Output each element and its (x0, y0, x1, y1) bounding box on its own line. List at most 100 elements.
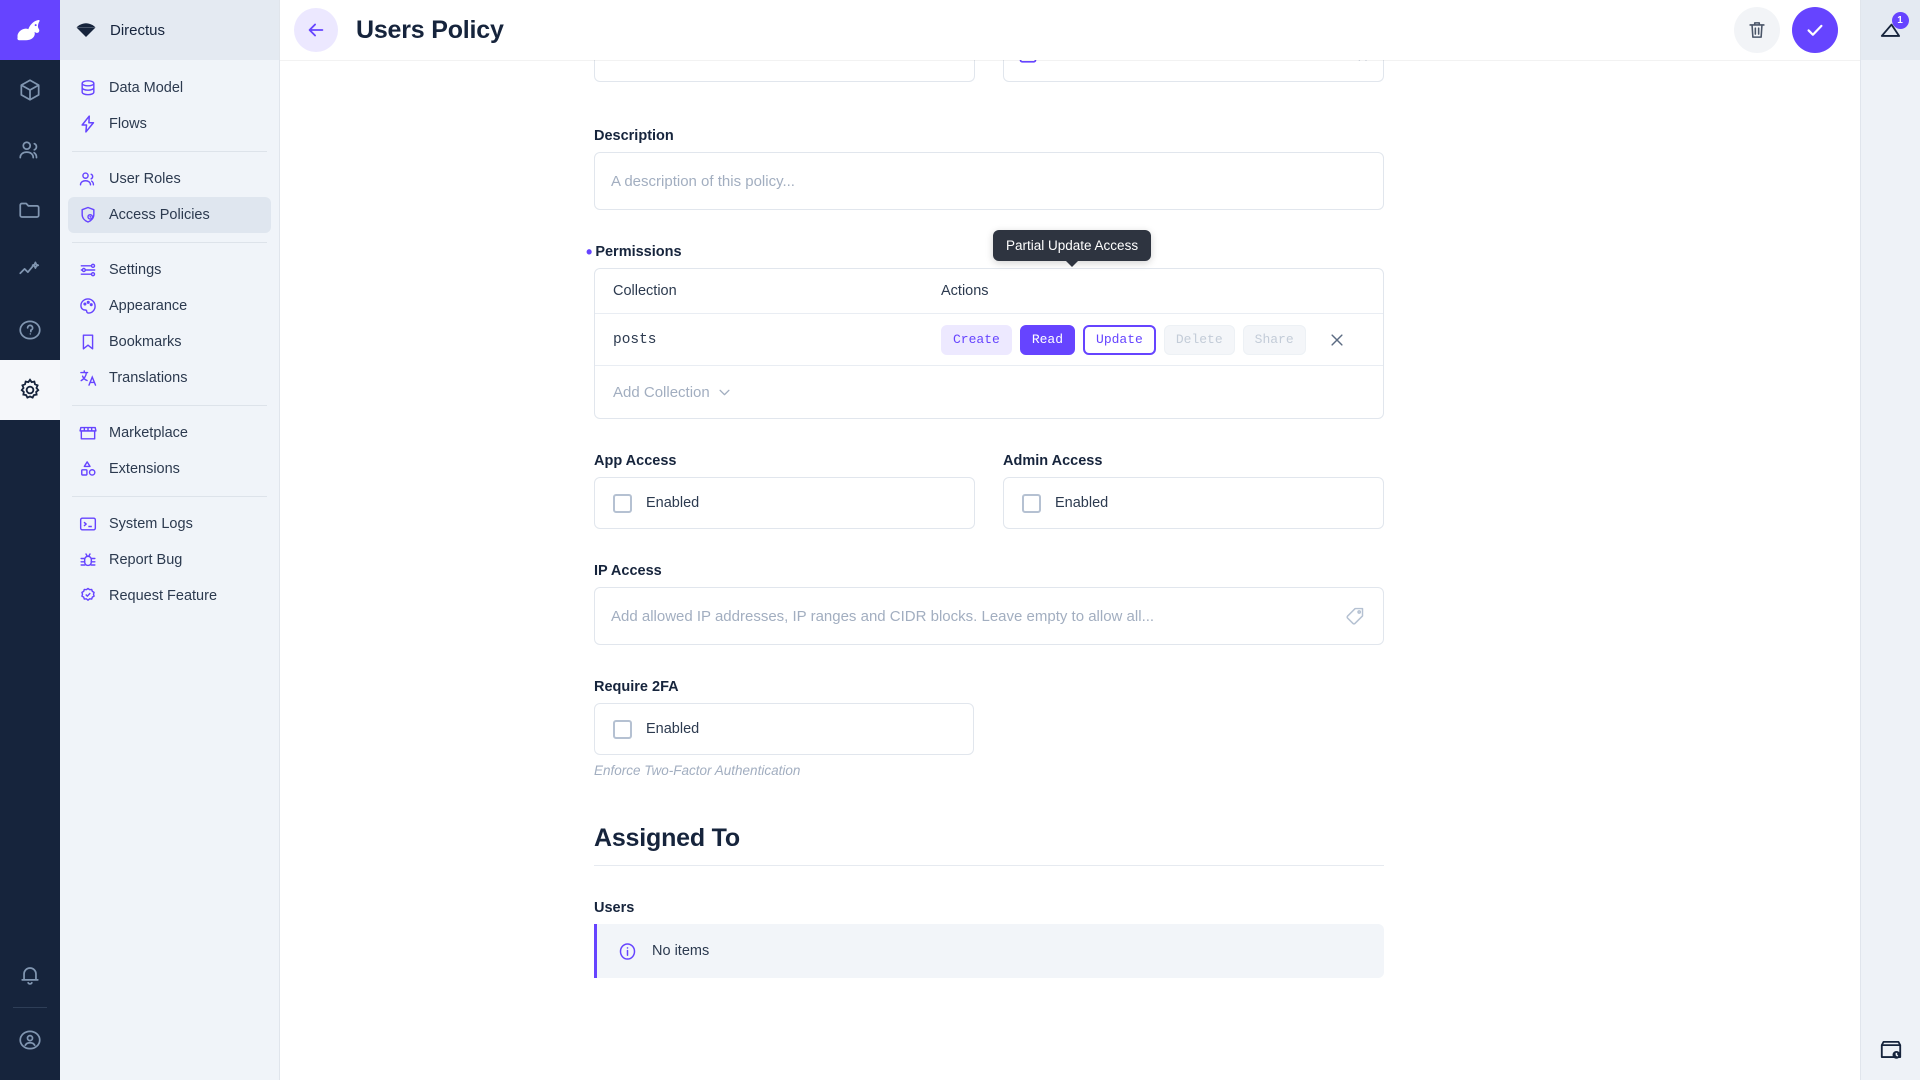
directus-logo[interactable] (0, 0, 60, 60)
permissions-label: • Permissions (586, 242, 682, 262)
revisions-button[interactable]: 1 (1860, 0, 1920, 60)
sidebar-item-label: Data Model (109, 80, 184, 96)
users-label: Users (594, 900, 635, 916)
sidebar-item-user-roles[interactable]: User Roles (68, 161, 271, 197)
gear-icon (20, 378, 40, 399)
ip-access-input-wrap[interactable]: Add allowed IP addresses, IP ranges and … (594, 587, 1384, 645)
add-collection-label: Add Collection (613, 383, 710, 401)
permissions-field-group: • Permissions Collection Actions posts C… (586, 230, 1384, 419)
badge-check-icon (78, 586, 98, 606)
sidebar-item-report-bug[interactable]: Report Bug (68, 542, 271, 578)
module-item-files[interactable] (0, 180, 60, 240)
permission-pill-share[interactable]: Share (1242, 324, 1306, 355)
ip-access-input[interactable]: Add allowed IP addresses, IP ranges and … (611, 608, 1154, 625)
sidebar-item-label: Flows (109, 116, 147, 132)
save-button[interactable] (1792, 7, 1838, 53)
require-2fa-checkbox-wrap[interactable]: Enabled (594, 703, 974, 755)
sidebar-item-translations[interactable]: Translations (68, 360, 271, 396)
description-input[interactable]: A description of this policy... (594, 152, 1384, 210)
users-group: Users No items (594, 900, 1384, 978)
scrolled-off-fields: ✕ (594, 60, 1384, 82)
sidebar-item-marketplace[interactable]: Marketplace (68, 415, 271, 451)
app-access-checkbox-wrap[interactable]: Enabled (594, 477, 975, 529)
trash-icon (1749, 22, 1765, 38)
right-sidebar: 1 (1860, 0, 1920, 1080)
permission-pill-read[interactable]: Read (1019, 324, 1076, 355)
revisions-badge: 1 (1891, 12, 1909, 29)
assigned-to-section: Assigned To Users No items (594, 824, 1384, 978)
module-item-notifications[interactable] (0, 945, 60, 1005)
add-collection-button[interactable]: Add Collection (595, 366, 1383, 418)
navigation-sidebar: Directus Data Model Flows User Roles Acc… (60, 0, 280, 1080)
check-icon (1807, 24, 1823, 36)
app-access-group: App Access Enabled (594, 453, 975, 529)
sidebar-item-system-logs[interactable]: System Logs (68, 506, 271, 542)
sidebar-item-flows[interactable]: Flows (68, 106, 271, 142)
delete-button[interactable] (1734, 7, 1780, 53)
module-item-insights[interactable] (0, 240, 60, 300)
column-header-actions: Actions (941, 283, 989, 299)
sidebar-divider (72, 242, 267, 243)
permission-pill-delete[interactable]: Delete (1163, 324, 1235, 355)
remove-row-close-icon[interactable] (1328, 331, 1346, 349)
name-field-cutoff[interactable] (594, 60, 975, 82)
module-item-docs[interactable] (0, 300, 60, 360)
sidebar-item-label: Bookmarks (109, 334, 182, 350)
shield-badge-icon (78, 205, 98, 225)
module-item-account[interactable] (0, 1010, 60, 1070)
bookmark-icon (78, 332, 98, 352)
sidebar-item-appearance[interactable]: Appearance (68, 288, 271, 324)
require-2fa-checkbox-box[interactable]: Enabled (594, 703, 974, 755)
sidebar-item-data-model[interactable]: Data Model (68, 70, 271, 106)
require-2fa-hint: Enforce Two-Factor Authentication (594, 763, 801, 778)
sidebar-item-extensions[interactable]: Extensions (68, 451, 271, 487)
sidebar-item-bookmarks[interactable]: Bookmarks (68, 324, 271, 360)
sidebar-item-access-policies[interactable]: Access Policies (68, 197, 271, 233)
permission-pill-create[interactable]: Create (941, 324, 1012, 355)
permissions-table-header: Collection Actions (595, 269, 1383, 314)
sliders-icon (78, 260, 98, 280)
row-collection-name: posts (613, 331, 657, 348)
sidebar-item-label: Appearance (109, 298, 188, 314)
icon-field-cutoff[interactable]: ✕ (1003, 60, 1384, 82)
module-item-settings[interactable] (0, 360, 60, 420)
admin-access-checkbox-label: Enabled (1055, 495, 1109, 511)
clear-icon[interactable]: ✕ (1356, 60, 1369, 66)
module-item-users[interactable] (0, 120, 60, 180)
permission-pill-update[interactable]: Update (1083, 324, 1156, 355)
admin-access-checkbox[interactable] (1022, 493, 1041, 513)
table-row: posts Create Read Update Delete Share (595, 314, 1383, 366)
sidebar-item-label: User Roles (109, 171, 181, 187)
user-circle-icon (19, 1030, 41, 1050)
sidebar-item-request-feature[interactable]: Request Feature (68, 578, 271, 614)
admin-access-checkbox-wrap[interactable]: Enabled (1003, 477, 1384, 529)
ip-access-group: IP Access Add allowed IP addresses, IP r… (594, 563, 1384, 645)
sidebar-item-settings[interactable]: Settings (68, 252, 271, 288)
row-action-pills: Create Read Update Delete Share (941, 324, 1346, 355)
admin-access-group: Admin Access Enabled (1003, 453, 1384, 529)
require-2fa-checkbox[interactable] (613, 719, 632, 739)
app-access-label: App Access (594, 453, 677, 469)
bolt-icon (78, 114, 98, 134)
back-button[interactable] (294, 8, 338, 52)
policy-form: ✕ Description A description of this poli… (586, 60, 1384, 978)
assigned-to-title: Assigned To (594, 824, 1384, 866)
shapes-icon (78, 459, 98, 479)
sidebar-item-label: Settings (109, 262, 162, 278)
history-button[interactable] (1861, 1020, 1920, 1080)
app-access-checkbox[interactable] (613, 493, 632, 513)
main-area: Users Policy Description A description o… (280, 0, 1860, 1080)
info-circle-icon (617, 941, 638, 962)
sidebar-item-label: Marketplace (109, 425, 188, 441)
permission-tooltip: Partial Update Access (993, 230, 1152, 261)
brand-name: Directus (110, 21, 166, 39)
people-icon (78, 169, 98, 189)
module-item-content[interactable] (0, 60, 60, 120)
storefront-icon (78, 423, 98, 443)
form-scroll-area[interactable]: ✕ Description A description of this poli… (280, 60, 1860, 1080)
column-header-collection: Collection (613, 283, 677, 299)
tag-icon[interactable] (1345, 606, 1366, 627)
sidebar-header[interactable]: Directus (60, 0, 279, 60)
database-icon (78, 78, 98, 98)
people-icon (19, 141, 38, 159)
